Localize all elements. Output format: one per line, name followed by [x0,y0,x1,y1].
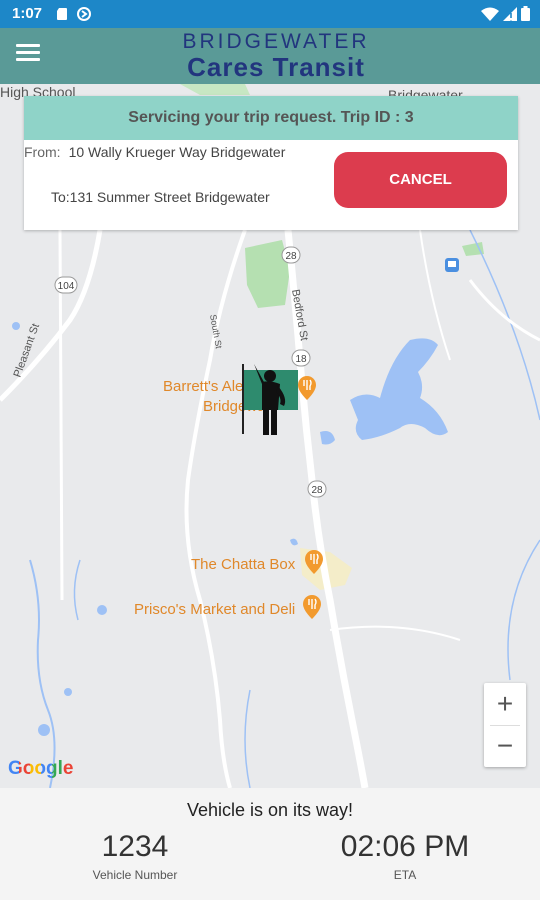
svg-text:28: 28 [285,251,297,262]
brand-title-top: BRIDGEWATER [182,30,370,53]
trip-to: To:131 Summer Street Bridgewater [51,189,270,205]
restaurant-pin-icon[interactable] [303,595,321,619]
route-shield-28-south: 28 [307,480,327,498]
zoom-controls: + − [484,683,526,767]
trip-card: Servicing your trip request. Trip ID : 3… [24,96,518,230]
cancel-button[interactable]: CANCEL [334,152,507,208]
eta-label: ETA [393,868,417,882]
person-waving-flag-icon[interactable] [240,362,300,436]
battery-icon [521,6,530,21]
wifi-icon [481,7,499,21]
brand-title-bottom: Cares Transit [187,52,365,82]
bottom-panel: Vehicle is on its way! 1234 Vehicle Numb… [0,788,540,900]
zoom-in-button[interactable]: + [484,683,526,725]
vehicle-number: 1234 [101,830,169,863]
status-right-icons [481,6,530,21]
vehicle-number-label: Vehicle Number [92,868,178,882]
poi-chatta-box[interactable]: The Chatta Box [191,556,295,573]
trip-header: Servicing your trip request. Trip ID : 3 [24,96,518,140]
google-logo: Google [8,758,73,780]
vehicle-status: Vehicle is on its way! [186,800,354,820]
signal-icon [503,6,517,21]
poi-priscos[interactable]: Prisco's Market and Deli [134,601,295,618]
app-bar: BRIDGEWATER Cares Transit [0,28,540,84]
map-label-bedford-st: Bedford St [289,288,310,341]
zoom-out-button[interactable]: − [484,725,526,767]
trip-from-address: 10 Wally Krueger Way Bridgewater [68,144,286,160]
sd-card-icon [57,8,67,20]
svg-text:28: 28 [311,485,323,496]
google-logo-text: Google [8,758,74,779]
route-shield-104: 104 [54,276,78,294]
status-bar: 1:07 [0,0,540,28]
data-saver-icon [77,7,91,21]
trip-from: From: 10 Wally Krueger Way Bridgewater [24,144,285,160]
status-time: 1:07 [12,5,43,22]
route-shield-28-north: 28 [281,246,301,264]
poi-barretts-line1[interactable]: Barrett's Ale [163,378,243,395]
svg-text:104: 104 [58,281,75,292]
restaurant-pin-icon[interactable] [305,550,323,574]
eta-value: 02:06 PM [340,830,470,863]
restaurant-pin-icon[interactable] [298,376,316,400]
map-label-south-st: South St [208,314,224,350]
trip-from-label: From: [24,144,61,160]
